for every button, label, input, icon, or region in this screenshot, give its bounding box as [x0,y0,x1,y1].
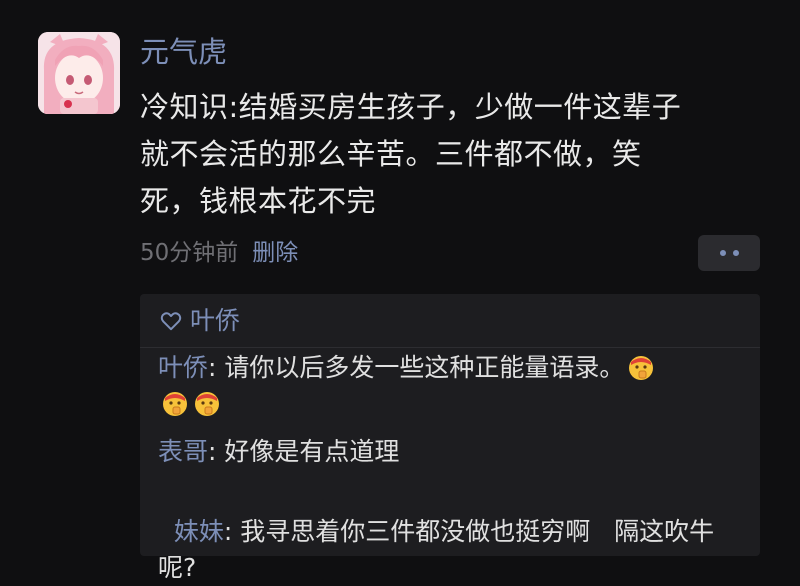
shushing-face-emoji [626,352,656,382]
post-time: 50分钟前 [140,240,239,266]
divider [140,347,760,348]
like-names[interactable]: 叶侨 [190,304,240,338]
comment-item[interactable]: 妹妹: 我寻思着你三件都没做也挺穷啊 隔这吹牛呢? [158,478,748,586]
shushing-face-emoji [192,388,222,418]
comment-text: 请你以后多发一些这种正能量语录。 [224,353,625,382]
avatar[interactable] [38,32,120,114]
comment-separator: : [208,437,225,466]
comment-separator: : [208,353,225,382]
heart-outline-icon [160,312,182,331]
comment-separator: : [223,517,241,546]
more-dot-icon [732,250,739,256]
likes-row: 叶侨 [160,304,240,338]
comment-author[interactable]: 妹妹 [174,517,224,546]
comment-item[interactable]: 叶侨: 请你以后多发一些这种正能量语录。 [158,350,748,422]
delete-link[interactable]: 删除 [252,240,298,266]
comment-author[interactable]: 叶侨 [158,353,208,382]
comment-author[interactable]: 表哥 [158,437,208,466]
shushing-face-emoji [160,388,190,418]
comment-item[interactable]: 表哥: 好像是有点道理 [158,434,748,470]
post-text: 冷知识:结婚买房生孩子，少做一件这辈子 就不会活的那么辛苦。三件都不做，笑 死，… [140,90,682,218]
comment-text: 好像是有点道理 [224,437,400,466]
post-author-name[interactable]: 元气虎 [140,34,227,70]
post-meta: 50分钟前 删除 [140,237,298,269]
more-dot-icon [719,250,726,256]
comment-text: 我寻思着你三件都没做也挺穷啊 隔这吹牛呢? [158,517,715,582]
more-options-button[interactable] [698,235,760,271]
